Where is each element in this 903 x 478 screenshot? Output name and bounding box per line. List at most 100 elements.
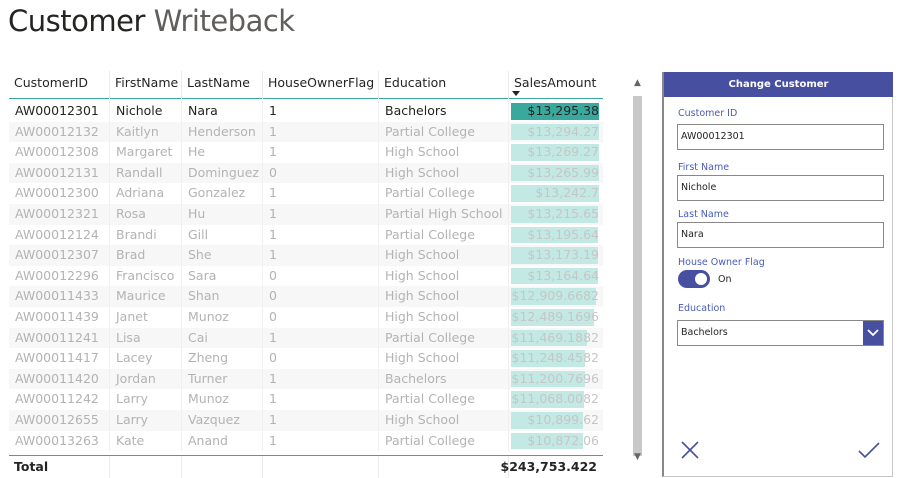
cell-houseownerflag: 1 — [263, 430, 379, 452]
cell-houseownerflag: 1 — [263, 183, 379, 204]
cell-education: High School — [379, 142, 509, 163]
page-title: Customer Writeback — [8, 4, 295, 38]
cell-education: Partial College — [379, 224, 509, 246]
cell-houseownerflag: 0 — [263, 162, 379, 184]
table-row[interactable]: AW00011417 Lacey Zheng 0 High School $11,248.… — [9, 348, 603, 369]
table-row[interactable]: AW00011439 Janet Munoz 0 High School $12,489.… — [9, 306, 603, 328]
sales-amount-value: $11,068.0082 — [511, 391, 599, 407]
table-row[interactable]: AW00012124 Brandi Gill 1 Partial College $13,… — [9, 224, 603, 246]
cell-education: Bachelors — [379, 101, 509, 122]
education-label: Education — [678, 303, 726, 314]
cell-lastname: Vazquez — [182, 409, 263, 431]
last-name-field[interactable]: Nara — [677, 222, 884, 248]
title-part1: Customer — [8, 4, 145, 38]
cell-firstname: Kate — [110, 430, 182, 452]
cell-salesamount: $11,068.0082 — [509, 389, 603, 410]
cell-salesamount: $10,899.62 — [509, 410, 603, 431]
title-part2: Writeback — [153, 4, 295, 38]
education-dropdown[interactable]: Bachelors — [677, 320, 884, 346]
sort-descending-icon[interactable] — [512, 91, 520, 96]
table-row[interactable]: AW00011420 Jordan Turner 1 Bachelors $11,200.… — [9, 368, 603, 390]
cell-firstname: Francisco — [110, 265, 182, 287]
cell-lastname: Gonzalez — [182, 183, 263, 204]
column-header-education[interactable]: Education — [379, 71, 509, 99]
cell-houseownerflag: 1 — [263, 368, 379, 390]
cell-salesamount: $11,469.1882 — [509, 328, 603, 349]
table-row[interactable]: AW00012300 Adriana Gonzalez 1 Partial Colleg… — [9, 183, 603, 204]
cell-lastname: Anand — [182, 430, 263, 452]
table-row[interactable]: AW00011433 Maurice Shan 0 High School $12,909… — [9, 286, 603, 307]
first-name-field[interactable]: Nichole — [677, 175, 884, 201]
table-row[interactable]: AW00012307 Brad She 1 High School $13,173.19 — [9, 245, 603, 266]
column-header-customerid[interactable]: CustomerID — [9, 71, 110, 99]
table-row[interactable]: AW00012308 Margaret He 1 High School $13,269.… — [9, 142, 603, 163]
table-row[interactable]: AW00012131 Randall Dominguez 0 High School $1… — [9, 162, 603, 184]
scroll-thumb[interactable] — [633, 96, 642, 456]
customer-id-field[interactable]: AW00012301 — [677, 124, 884, 150]
submit-button[interactable] — [857, 440, 881, 460]
table-row[interactable]: AW00011241 Lisa Cai 1 Partial College $11,469… — [9, 327, 603, 349]
cell-customerid: AW00011433 — [9, 286, 110, 307]
scroll-up-icon[interactable]: ▲ — [634, 78, 641, 88]
table-scrollbar[interactable]: ▲ ▼ — [632, 76, 644, 462]
cell-lastname: Shan — [182, 286, 263, 307]
table-row[interactable]: AW00012301 Nichole Nara 1 Bachelors $13,295.3… — [9, 101, 603, 122]
cell-lastname: Nara — [182, 101, 263, 122]
cell-houseownerflag: 1 — [263, 224, 379, 246]
cell-salesamount: $12,489.1696 — [509, 307, 603, 328]
toggle-knob — [695, 273, 707, 285]
cell-firstname: Rosa — [110, 203, 182, 225]
cell-firstname: Brad — [110, 245, 182, 266]
dropdown-button[interactable] — [863, 321, 883, 345]
cell-lastname: Cai — [182, 327, 263, 349]
cell-salesamount: $12,909.6682 — [509, 286, 603, 307]
cell-education: High School — [379, 245, 509, 266]
cell-customerid: AW00012131 — [9, 162, 110, 184]
house-owner-toggle[interactable] — [678, 270, 710, 288]
cell-education: Bachelors — [379, 368, 509, 390]
cell-customerid: AW00011241 — [9, 327, 110, 349]
cell-lastname: He — [182, 142, 263, 163]
cell-salesamount: $13,215.65 — [509, 204, 603, 225]
table-row[interactable]: AW00011242 Larry Munoz 1 Partial College $11,… — [9, 389, 603, 410]
cell-education: Partial High School — [379, 203, 509, 225]
form-header: Change Customer — [664, 72, 893, 97]
sales-amount-value: $13,295.38 — [527, 103, 599, 118]
table-row[interactable]: AW00013263 Kate Anand 1 Partial College $10,8… — [9, 430, 603, 452]
column-header-houseownerflag[interactable]: HouseOwnerFlag — [263, 71, 379, 99]
cell-lastname: She — [182, 245, 263, 266]
column-header-lastname[interactable]: LastName — [182, 71, 263, 99]
sales-amount-value: $13,164.64 — [527, 267, 599, 283]
cell-houseownerflag: 1 — [263, 203, 379, 225]
cell-customerid: AW00012308 — [9, 142, 110, 163]
cell-salesamount: $13,173.19 — [509, 245, 603, 266]
cell-customerid: AW00012124 — [9, 224, 110, 246]
cell-salesamount: $13,294.27 — [509, 122, 603, 143]
cell-firstname: Janet — [110, 306, 182, 328]
cell-education: High School — [379, 286, 509, 307]
cell-customerid: AW00012307 — [9, 245, 110, 266]
total-row: Total $243,753.422 — [9, 455, 603, 478]
cancel-button[interactable] — [680, 440, 700, 460]
column-header-salesamount[interactable]: SalesAmount — [509, 71, 603, 99]
cell-customerid: AW00011417 — [9, 348, 110, 369]
cell-education: Partial College — [379, 121, 509, 143]
scroll-down-icon[interactable]: ▼ — [634, 452, 641, 462]
cell-education: High School — [379, 265, 509, 287]
cell-firstname: Randall — [110, 162, 182, 184]
table-row[interactable]: AW00012655 Larry Vazquez 1 High School $10,89… — [9, 409, 603, 431]
cell-houseownerflag: 1 — [263, 121, 379, 143]
cell-firstname: Brandi — [110, 224, 182, 246]
cell-education: Partial College — [379, 327, 509, 349]
table-row[interactable]: AW00012132 Kaitlyn Henderson 1 Partial Colle… — [9, 121, 603, 143]
total-value: $243,753.422 — [500, 459, 597, 474]
total-divider — [181, 456, 182, 478]
sales-amount-value: $12,909.6682 — [511, 288, 599, 304]
sales-amount-value: $13,215.65 — [527, 205, 599, 221]
table-row[interactable]: AW00012296 Francisco Sara 0 High School $13,1… — [9, 265, 603, 287]
last-name-label: Last Name — [678, 209, 729, 220]
cell-education: Partial College — [379, 183, 509, 204]
table-row[interactable]: AW00012321 Rosa Hu 1 Partial High School $13,… — [9, 203, 603, 225]
column-header-firstname[interactable]: FirstName — [110, 71, 182, 99]
cell-customerid: AW00013263 — [9, 430, 110, 452]
